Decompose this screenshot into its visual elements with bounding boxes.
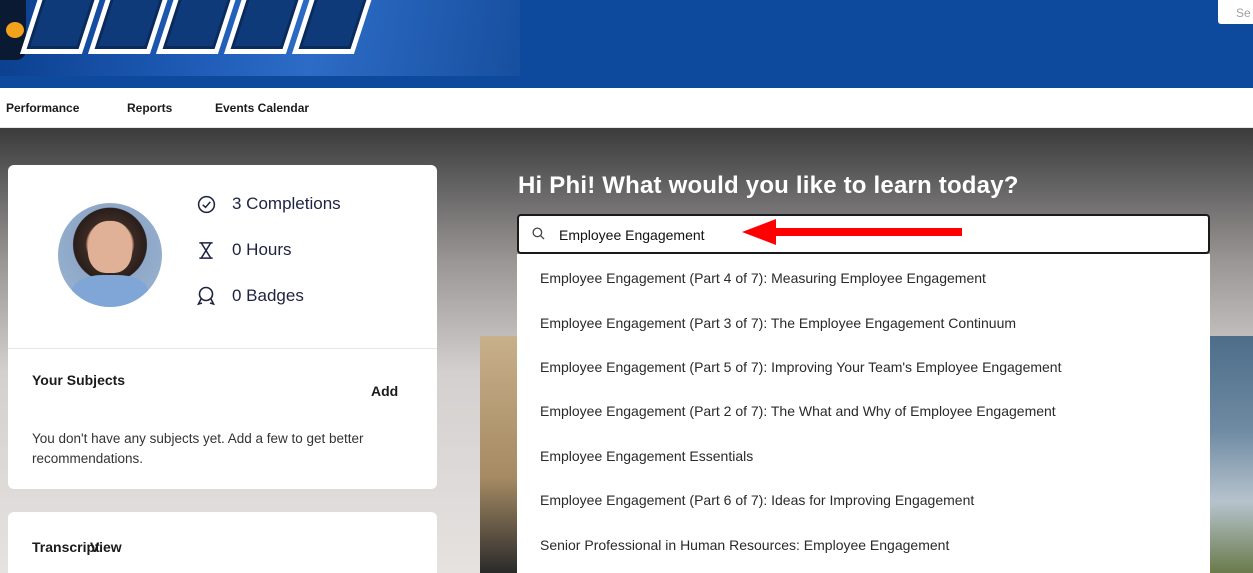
suggestion-item[interactable]: Employee Engagement Essentials <box>540 448 753 464</box>
badges-count: 0 Badges <box>232 286 304 305</box>
search-suggestions: Employee Engagement (Part 4 of 7): Measu… <box>517 254 1210 573</box>
suggestion-item[interactable]: Employee Engagement (Part 5 of 7): Impro… <box>540 359 1062 375</box>
nav-item-reports[interactable]: Reports <box>127 101 172 115</box>
add-subject-button[interactable]: Add <box>371 383 398 399</box>
brand-logo[interactable] <box>0 0 520 76</box>
search-icon <box>532 227 545 245</box>
suggestion-item[interactable]: Employee Engagement (Part 4 of 7): Measu… <box>540 270 986 286</box>
transcript-card: Transcript View <box>8 512 437 573</box>
divider <box>8 348 437 349</box>
greeting-heading: Hi Phi! What would you like to learn tod… <box>518 172 1019 199</box>
global-search-placeholder: Se <box>1236 6 1251 20</box>
subjects-title: Your Subjects <box>32 372 126 388</box>
suggestion-item[interactable]: Employee Engagement (Part 6 of 7): Ideas… <box>540 492 974 508</box>
completions-stat: 3 Completions <box>196 194 341 214</box>
subjects-empty-text: You don't have any subjects yet. Add a f… <box>32 431 364 466</box>
profile-card: 3 Completions 0 Hours 0 Badges Your Subj… <box>8 165 437 489</box>
hourglass-icon <box>196 240 216 260</box>
red-arrow-annotation <box>742 219 962 245</box>
completions-count: 3 Completions <box>232 194 341 213</box>
global-search-input[interactable]: Se <box>1218 0 1253 24</box>
hours-count: 0 Hours <box>232 240 292 259</box>
nav-item-performance[interactable]: Performance <box>6 101 79 115</box>
hero-photo-right <box>1208 336 1253 573</box>
nav-item-events-calendar[interactable]: Events Calendar <box>215 101 309 115</box>
suggestion-item[interactable]: Senior Professional in Human Resources: … <box>540 537 949 553</box>
hours-stat: 0 Hours <box>196 240 292 260</box>
main-nav: Performance Reports Events Calendar <box>0 88 1253 128</box>
avatar[interactable] <box>58 203 162 307</box>
badge-icon <box>196 286 216 306</box>
suggestion-item[interactable]: Employee Engagement (Part 2 of 7): The W… <box>540 403 1056 419</box>
check-circle-icon <box>196 194 216 214</box>
badges-stat: 0 Badges <box>196 286 304 306</box>
logo-wordmark <box>19 0 375 62</box>
transcript-view-link[interactable]: View <box>90 539 122 555</box>
hero-photo-left <box>480 336 520 573</box>
header-banner <box>0 0 1253 88</box>
suggestion-item[interactable]: Employee Engagement (Part 3 of 7): The E… <box>540 315 1016 331</box>
